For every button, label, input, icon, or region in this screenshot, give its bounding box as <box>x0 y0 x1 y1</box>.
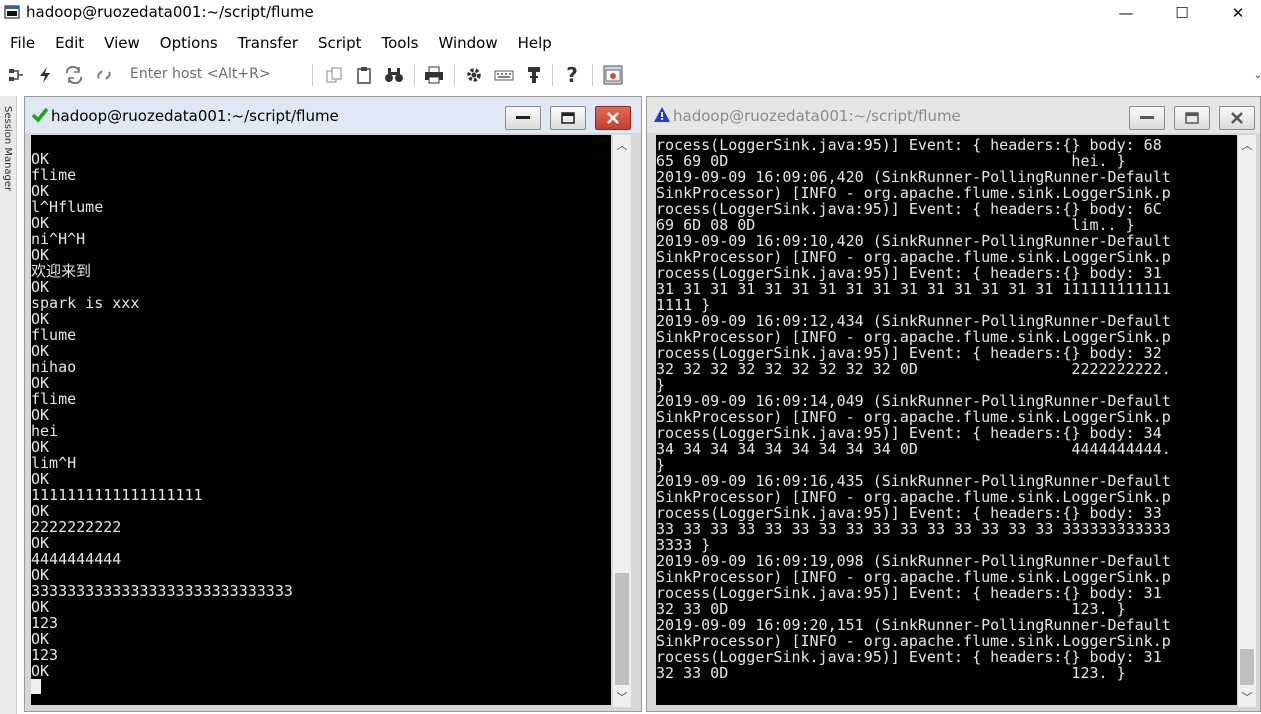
left-pane-close-button[interactable] <box>595 106 631 130</box>
app-icon <box>4 5 20 19</box>
right-terminal-output[interactable]: rocess(LoggerSink.java:95)] Event: { hea… <box>656 135 1237 705</box>
toolbar-separator <box>592 64 593 86</box>
left-pane-title: hadoop@ruozedata001:~/script/flume <box>51 107 339 125</box>
menu-transfer[interactable]: Transfer <box>228 31 308 55</box>
right-pane-title: hadoop@ruozedata001:~/script/flume <box>673 107 961 125</box>
menu-bar: File Edit View Options Transfer Script T… <box>0 31 562 55</box>
print-icon[interactable] <box>424 65 444 85</box>
connect-icon[interactable] <box>6 65 26 85</box>
menu-view[interactable]: View <box>94 31 150 55</box>
right-scrollbar[interactable]: ︿ ﹀ <box>1238 135 1256 707</box>
toolbar-separator <box>454 64 455 86</box>
right-pane-minimize-button[interactable] <box>1129 106 1165 130</box>
menu-script[interactable]: Script <box>308 31 372 55</box>
left-scrollbar[interactable]: ︿ ﹀ <box>613 135 631 707</box>
toolbar-separator <box>552 64 553 86</box>
right-terminal-text: rocess(LoggerSink.java:95)] Event: { hea… <box>656 135 1237 681</box>
find-icon[interactable] <box>384 65 404 85</box>
right-pane-restore-button[interactable] <box>1174 106 1210 130</box>
scroll-down-arrow-icon[interactable]: ﹀ <box>613 689 631 705</box>
menu-file[interactable]: File <box>0 31 45 55</box>
terminal-line: OK <box>31 662 50 680</box>
session-manager-strip[interactable]: Session Manager <box>0 96 17 714</box>
scroll-up-arrow-icon[interactable]: ︿ <box>1238 137 1256 153</box>
terminal-line: 1111111111111111111 <box>31 486 203 504</box>
paste-icon[interactable] <box>354 65 374 85</box>
session-manager-label: Session Manager <box>2 106 13 192</box>
connected-check-icon <box>31 107 49 123</box>
menu-tools[interactable]: Tools <box>372 31 429 55</box>
terminal-line: 33333333333333333333333333333 <box>31 582 293 600</box>
left-pane-restore-button[interactable] <box>550 106 586 130</box>
toolbar: Enter host <Alt+R> ? ⌄ <box>0 60 1261 90</box>
left-pane-header: hadoop@ruozedata001:~/script/flume <box>25 97 641 133</box>
reconnect-icon[interactable] <box>64 65 84 85</box>
right-session-pane: hadoop@ruozedata001:~/script/flume roces… <box>646 96 1261 712</box>
session-options-icon[interactable] <box>603 65 623 85</box>
left-pane-minimize-button[interactable] <box>505 106 541 130</box>
warning-icon <box>654 107 670 122</box>
help-icon[interactable]: ? <box>562 63 582 87</box>
close-button[interactable]: ✕ <box>1215 0 1261 26</box>
maximize-button[interactable]: ☐ <box>1159 0 1205 26</box>
toolbar-overflow-icon[interactable]: ⌄ <box>1248 65 1261 85</box>
terminal-line: 32 32 32 32 32 32 32 32 32 0D 2222222222… <box>656 360 1171 378</box>
toolbar-separator <box>312 64 313 86</box>
window-title: hadoop@ruozedata001:~/script/flume <box>26 3 314 21</box>
terminal-line: 32 33 0D 123. } <box>656 664 1126 682</box>
minimize-button[interactable]: — <box>1103 0 1149 26</box>
menu-help[interactable]: Help <box>508 31 562 55</box>
settings-icon[interactable] <box>464 65 484 85</box>
window-title-bar: hadoop@ruozedata001:~/script/flume — ☐ ✕ <box>0 0 1261 26</box>
terminal-line: 34 34 34 34 34 34 34 34 34 0D 4444444444… <box>656 440 1171 458</box>
quick-connect-icon[interactable] <box>35 65 55 85</box>
scroll-up-arrow-icon[interactable]: ︿ <box>613 137 631 153</box>
copy-icon[interactable] <box>324 65 344 85</box>
disconnect-icon[interactable] <box>94 65 114 85</box>
terminal-line: 33 33 33 33 33 33 33 33 33 33 33 33 33 3… <box>656 520 1171 538</box>
right-pane-header: hadoop@ruozedata001:~/script/flume <box>647 97 1260 133</box>
toolbar-separator <box>414 64 415 86</box>
right-scrollbar-thumb[interactable] <box>1240 649 1254 685</box>
left-session-pane: hadoop@ruozedata001:~/script/flume OK fl… <box>24 96 642 712</box>
right-pane-close-button[interactable] <box>1219 106 1255 130</box>
menu-window[interactable]: Window <box>428 31 507 55</box>
left-terminal-text: OK flime OK l^Hflume OK ni^H^H OK 欢迎来到 O… <box>31 135 611 695</box>
keymap-icon[interactable] <box>494 65 514 85</box>
scroll-down-arrow-icon[interactable]: ﹀ <box>1238 689 1256 705</box>
terminal-line: 31 31 31 31 31 31 31 31 31 31 31 31 31 3… <box>656 280 1171 298</box>
left-terminal-output[interactable]: OK flime OK l^Hflume OK ni^H^H OK 欢迎来到 O… <box>31 135 611 705</box>
sftp-icon[interactable] <box>524 65 544 85</box>
host-input[interactable]: Enter host <Alt+R> <box>130 66 271 82</box>
menu-edit[interactable]: Edit <box>45 31 94 55</box>
terminal-cursor <box>31 679 41 694</box>
left-scrollbar-thumb[interactable] <box>615 573 629 685</box>
menu-options[interactable]: Options <box>150 31 228 55</box>
